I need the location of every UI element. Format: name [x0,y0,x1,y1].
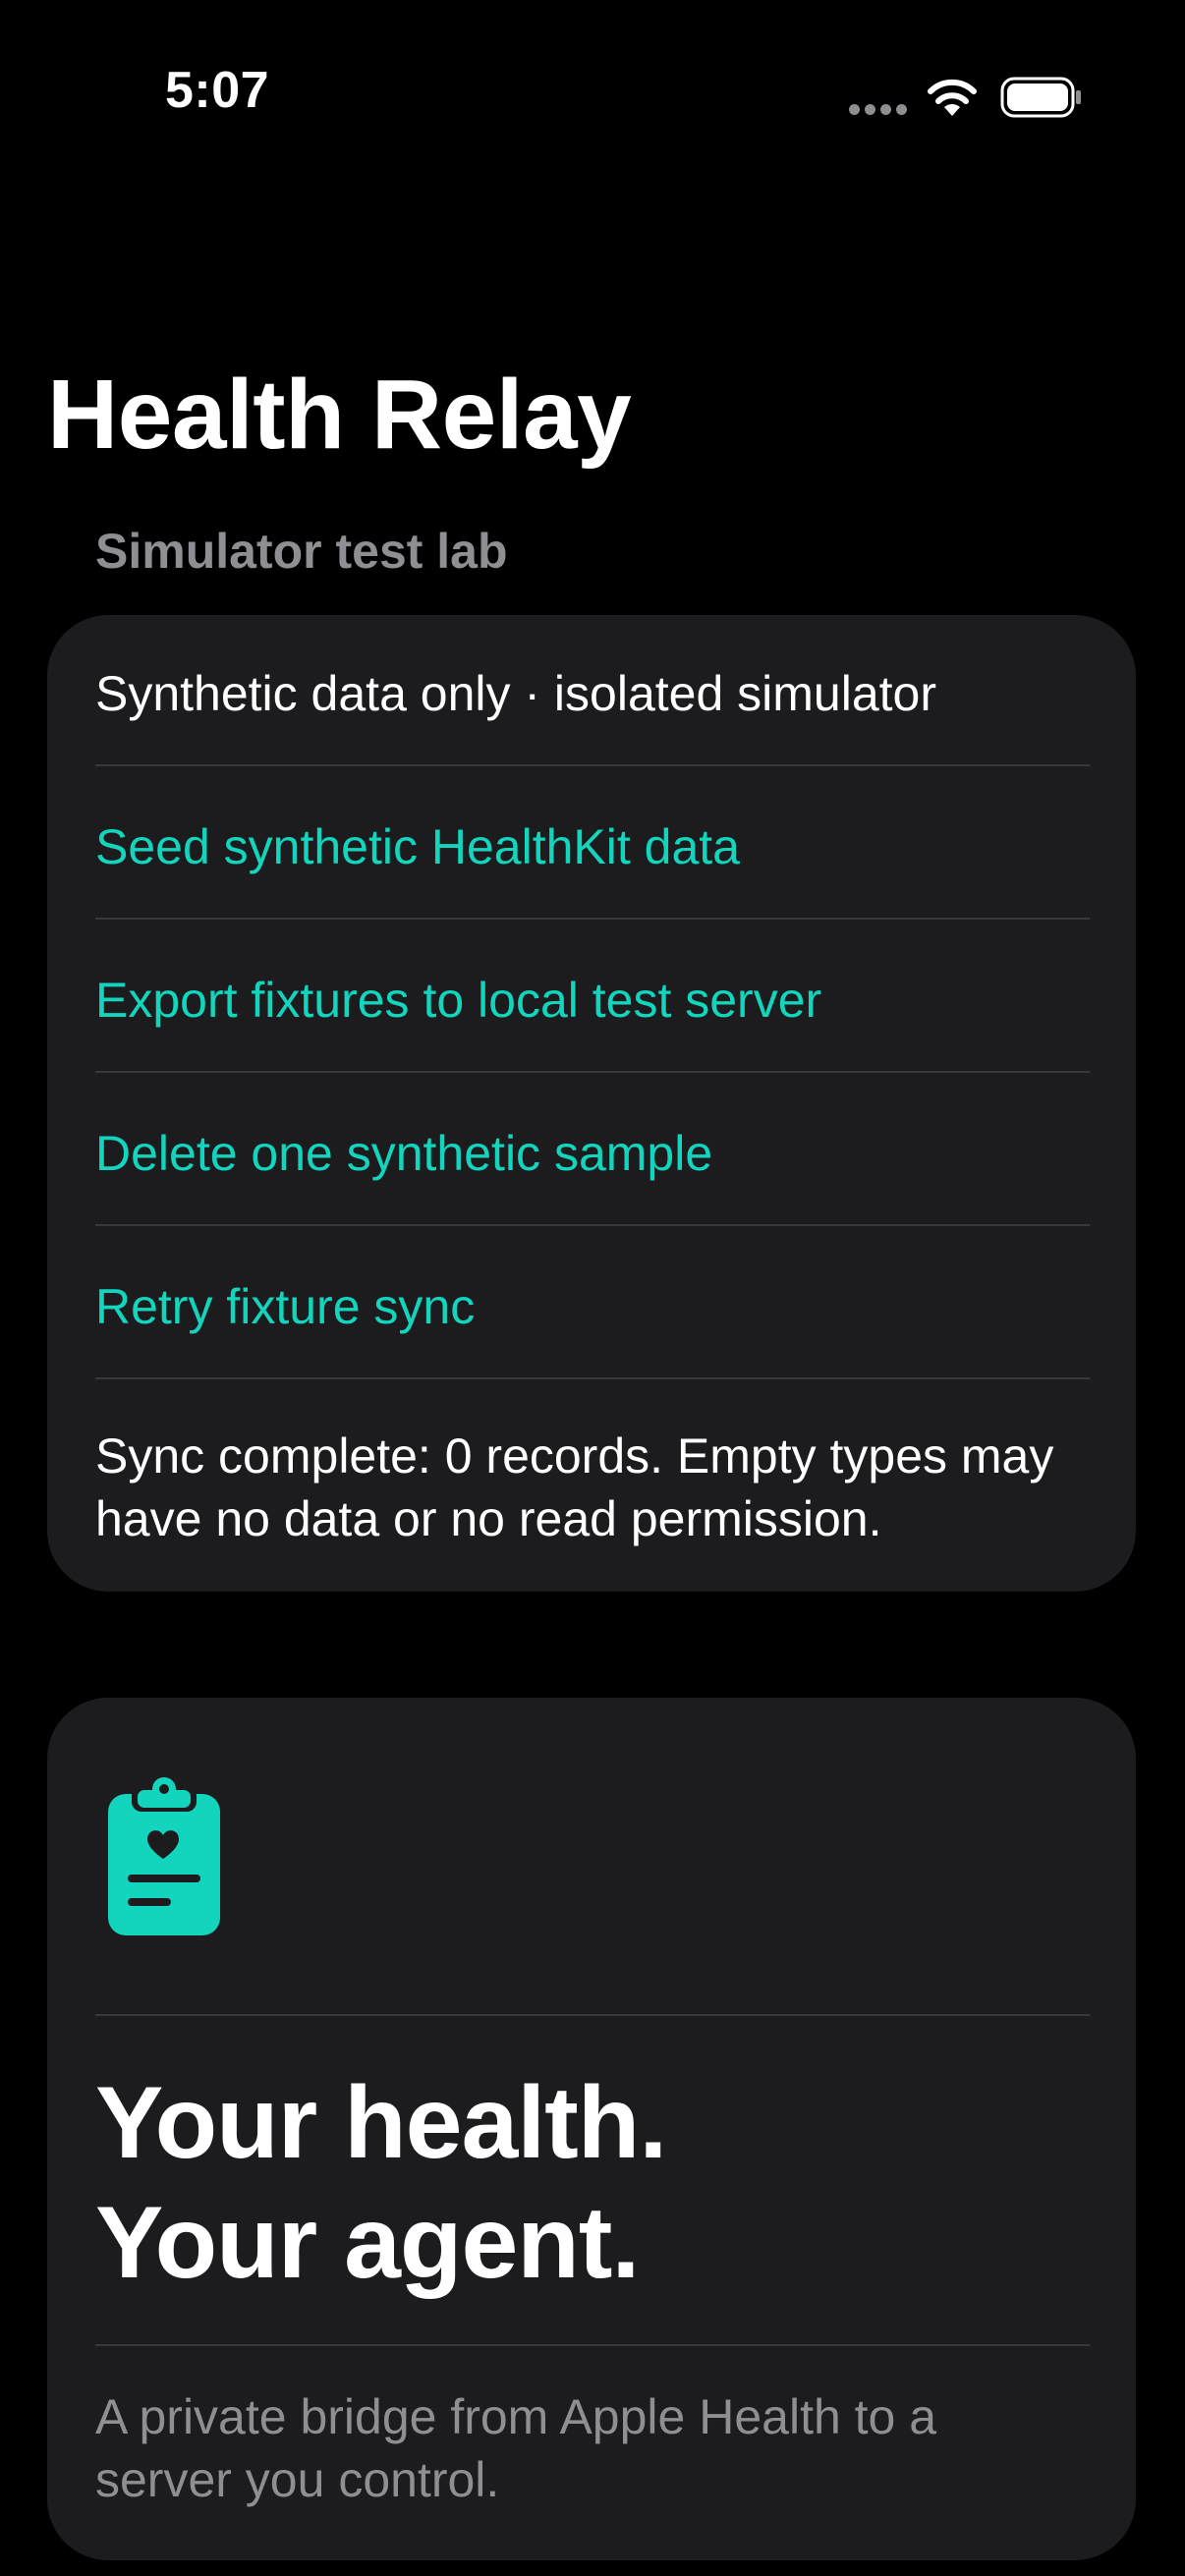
divider [95,2014,1090,2016]
intro-subtitle-line-2: server you control. [95,2452,500,2507]
wifi-icon [928,79,977,116]
headline-line-2: Your agent. [95,2186,640,2300]
cellular-signal-icon [849,104,908,116]
intro-subtitle-line-1: A private bridge from Apple Health to a [95,2389,937,2444]
status-time: 5:07 [165,62,270,119]
headline-line-1: Your health. [95,2066,667,2180]
intro-subtitle: A private bridge from Apple Health to a … [95,2385,1090,2511]
delete-synthetic-sample-button[interactable]: Delete one synthetic sample [95,1122,1090,1185]
retry-fixture-sync-button[interactable]: Retry fixture sync [95,1275,1090,1338]
simulator-lab-card: Synthetic data only · isolated simulator… [47,615,1136,1592]
divider [95,1224,1090,1226]
intro-card: Your health. Your agent. A private bridg… [47,1698,1136,2560]
seed-synthetic-data-button[interactable]: Seed synthetic HealthKit data [95,815,1090,878]
divider [95,2344,1090,2346]
sync-status-line-1: Sync complete: 0 records. Empty types ma… [95,1428,1054,1484]
clipboard-heart-icon [108,1777,220,1935]
divider [95,764,1090,766]
divider [95,1377,1090,1379]
sync-status-line-2: have no data or no read permission. [95,1491,882,1546]
sync-status-text: Sync complete: 0 records. Empty types ma… [95,1425,1090,1550]
export-fixtures-button[interactable]: Export fixtures to local test server [95,969,1090,1032]
battery-icon [1000,77,1081,118]
divider [95,1071,1090,1073]
section-header-simulator-lab: Simulator test lab [95,524,508,579]
status-bar: 5:07 [0,0,1185,196]
page-title: Health Relay [47,360,632,470]
synthetic-data-info: Synthetic data only · isolated simulator [95,666,936,721]
divider [95,918,1090,920]
